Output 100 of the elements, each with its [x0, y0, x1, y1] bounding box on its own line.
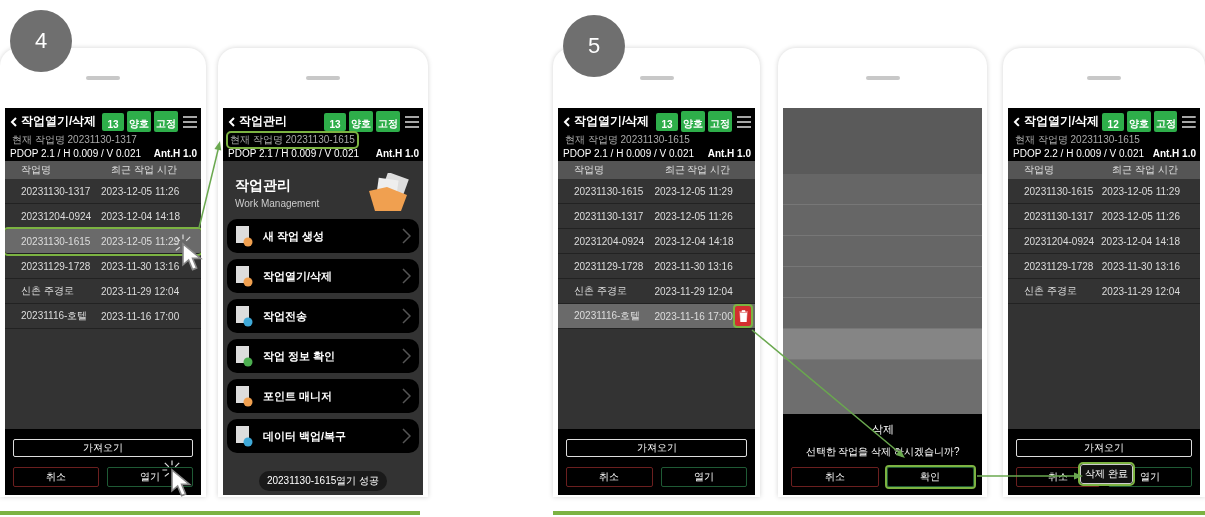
status-badge: 13 [656, 112, 678, 131]
import-button[interactable]: 가져오기 [1016, 439, 1192, 457]
status-badge: 고정 [154, 111, 178, 132]
job-name: 20231204-0924 [1024, 235, 1096, 247]
job-row[interactable]: 20231204-0924 2023-12-04 14:18 [558, 229, 755, 254]
antenna-height: Ant.H 1.0 [375, 148, 419, 159]
job-row[interactable]: 20231116-호텔 2023-11-16 17:00 [5, 304, 201, 329]
status-badge: 양호 [127, 111, 151, 132]
job-row[interactable]: 20231116-호텔 2023-11-16 17:00 [558, 304, 755, 329]
phone-notch [86, 76, 120, 80]
pdop-reading: PDOP 2.1 / H 0.009 / V 0.021 [563, 148, 694, 159]
screen-title: 작업관리 [239, 113, 288, 130]
pdop-reading: PDOP 2.2 / H 0.009 / V 0.021 [1013, 148, 1144, 159]
document-icon [235, 385, 253, 407]
status-badge: 13 [102, 112, 124, 131]
screen-title: 작업열기/삭제 [574, 113, 651, 130]
status-badge: 고정 [1153, 111, 1178, 132]
import-button[interactable]: 가져오기 [13, 439, 193, 457]
menu-item[interactable]: 포인트 매니저 [227, 379, 419, 413]
antenna-height: Ant.H 1.0 [153, 148, 197, 159]
step-number: 5 [563, 15, 625, 77]
phone-notch [1087, 76, 1121, 80]
chevron-icon [402, 228, 411, 244]
column-header: 작업명 [1024, 163, 1055, 177]
chevron-icon [402, 268, 411, 284]
chevron-icon [402, 428, 411, 444]
job-row[interactable]: 20231130-1317 2023-12-05 11:26 [5, 179, 201, 204]
back-icon[interactable] [10, 116, 18, 127]
job-time: 2023-12-05 11:29 [101, 235, 181, 247]
column-header: 작업명 [21, 163, 52, 177]
cancel-button[interactable]: 취소 [13, 467, 99, 487]
antenna-height: Ant.H 1.0 [707, 148, 751, 159]
import-button[interactable]: 가져오기 [566, 439, 747, 457]
cancel-button[interactable]: 취소 [791, 467, 879, 487]
back-icon[interactable] [563, 116, 571, 127]
menu-item[interactable]: 새 작업 생성 [227, 219, 419, 253]
status-badge: 양호 [681, 111, 705, 132]
current-job-label: 현재 작업명 20231130-1615 [564, 133, 691, 147]
job-row[interactable]: 신촌 주경로 2023-11-29 12:04 [1008, 279, 1200, 304]
open-button[interactable]: 열기 [660, 467, 747, 487]
job-name: 20231116-호텔 [574, 309, 642, 323]
antenna-height: Ant.H 1.0 [1152, 148, 1196, 159]
job-time: 2023-11-30 13:16 [101, 260, 181, 272]
job-time: 2023-11-16 17:00 [101, 310, 181, 322]
menu-item[interactable]: 작업전송 [227, 299, 419, 333]
trash-icon[interactable] [735, 306, 751, 326]
job-name: 신촌 주경로 [21, 284, 75, 298]
column-header: 최근 작업 시간 [111, 163, 178, 177]
job-time: 2023-11-29 12:04 [654, 285, 734, 297]
dialog-title: 삭제 [871, 422, 894, 437]
document-icon [235, 425, 253, 447]
cancel-button[interactable]: 취소 [566, 467, 653, 487]
current-job-label: 현재 작업명 20231130-1615 [1014, 133, 1141, 147]
job-time: 2023-11-29 12:04 [101, 285, 181, 297]
menu-icon[interactable] [405, 115, 419, 128]
job-row[interactable]: 20231130-1615 2023-12-05 11:29 [5, 229, 201, 254]
menu-icon[interactable] [183, 115, 197, 128]
job-name: 20231130-1317 [1024, 210, 1095, 222]
job-row[interactable]: 20231130-1317 2023-12-05 11:26 [558, 204, 755, 229]
job-name: 신촌 주경로 [1024, 284, 1078, 298]
job-time: 2023-11-30 13:16 [654, 260, 734, 272]
menu-item[interactable]: 작업 정보 확인 [227, 339, 419, 373]
job-row[interactable]: 20231204-0924 2023-12-04 14:18 [1008, 229, 1200, 254]
job-row[interactable]: 신촌 주경로 2023-11-29 12:04 [5, 279, 201, 304]
job-name: 20231204-0924 [574, 235, 646, 247]
confirm-button[interactable]: 확인 [886, 467, 974, 487]
job-time: 2023-12-05 11:26 [1101, 210, 1180, 222]
pdop-reading: PDOP 2.1 / H 0.009 / V 0.021 [228, 148, 359, 159]
job-time: 2023-12-05 11:29 [654, 185, 734, 197]
menu-icon[interactable] [737, 115, 751, 128]
current-job-label: 현재 작업명 20231130-1615 [228, 133, 357, 147]
job-name: 20231130-1615 [21, 235, 92, 247]
job-time: 2023-12-04 14:18 [654, 235, 735, 247]
status-badge: 고정 [708, 111, 732, 132]
pdop-reading: PDOP 2.1 / H 0.009 / V 0.021 [10, 148, 141, 159]
menu-item[interactable]: 작업열기/삭제 [227, 259, 419, 293]
section-heading: 작업관리 [235, 177, 292, 195]
job-time: 2023-12-04 14:18 [1101, 235, 1180, 247]
job-name: 20231130-1317 [21, 185, 92, 197]
job-row[interactable]: 20231129-1728 2023-11-30 13:16 [558, 254, 755, 279]
back-icon[interactable] [1013, 116, 1021, 127]
job-time: 2023-11-29 12:04 [1101, 285, 1180, 297]
back-icon[interactable] [228, 116, 236, 127]
menu-icon[interactable] [1182, 115, 1196, 128]
delete-complete-toast: 삭제 완료 [1080, 464, 1133, 484]
job-row[interactable]: 20231130-1317 2023-12-05 11:26 [1008, 204, 1200, 229]
status-badge: 12 [1102, 112, 1125, 131]
job-name: 20231130-1615 [574, 185, 645, 197]
phone-notch [306, 76, 340, 80]
job-name: 신촌 주경로 [574, 284, 628, 298]
chevron-icon [402, 308, 411, 324]
section-subheading: Work Management [235, 198, 320, 209]
menu-item[interactable]: 데이터 백업/복구 [227, 419, 419, 453]
screen-title: 작업열기/삭제 [21, 113, 98, 130]
job-name: 20231129-1728 [574, 260, 645, 272]
document-icon [235, 265, 253, 287]
job-row[interactable]: 20231130-1615 2023-12-05 11:29 [1008, 179, 1200, 204]
current-job-label: 현재 작업명 20231130-1317 [11, 133, 138, 147]
job-row[interactable]: 20231129-1728 2023-11-30 13:16 [1008, 254, 1200, 279]
job-row[interactable]: 20231130-1615 2023-12-05 11:29 [558, 179, 755, 204]
